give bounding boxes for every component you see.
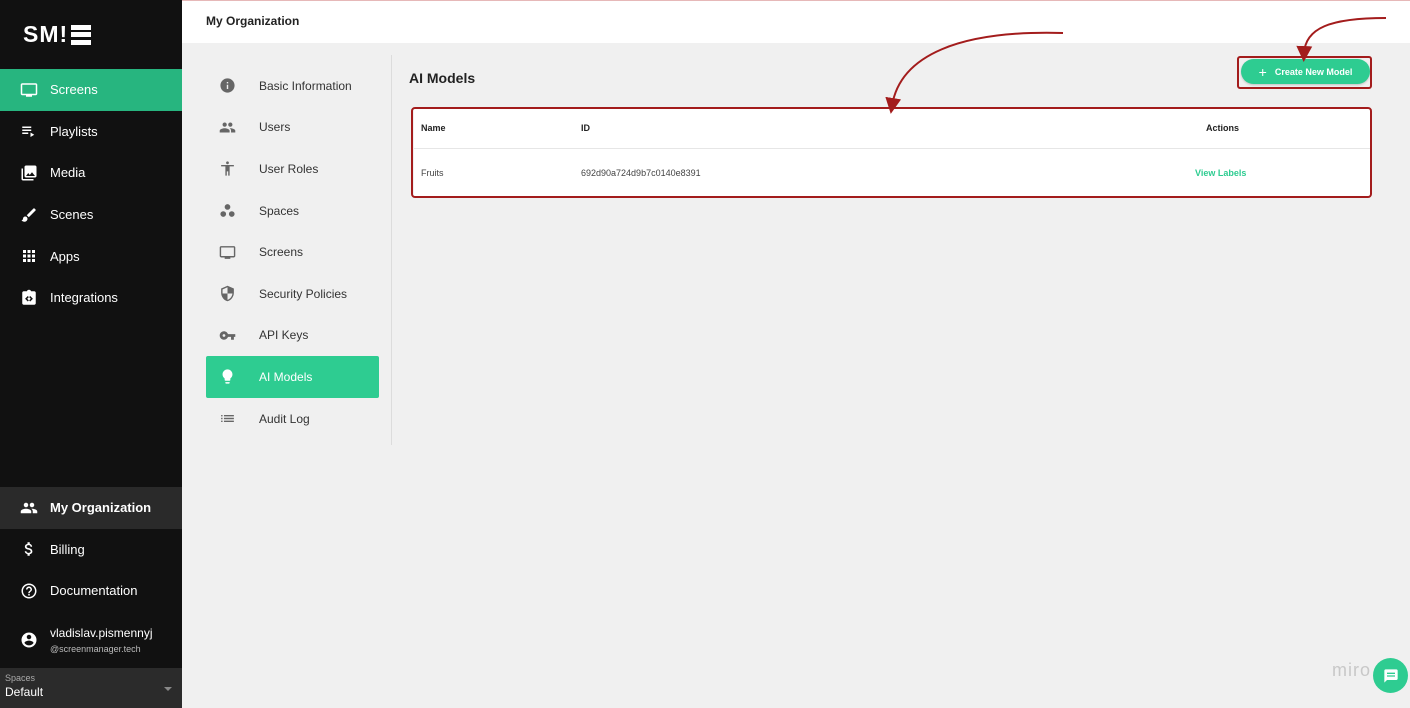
- sidebar-item-billing[interactable]: Billing: [0, 529, 182, 571]
- monitor-icon: [218, 243, 236, 261]
- shield-icon: [218, 285, 236, 303]
- apps-grid-icon: [20, 247, 38, 265]
- table-row: Fruits 692d90a724d9b7c0140e8391 View Lab…: [414, 149, 1370, 197]
- sidebar-item-label: Apps: [50, 248, 80, 264]
- section-title: AI Models: [409, 70, 476, 86]
- accessibility-icon: [218, 160, 236, 178]
- help-circle-icon: [20, 582, 38, 600]
- column-header-name: Name: [421, 122, 446, 133]
- brush-icon: [20, 206, 38, 224]
- column-header-actions: Actions: [1206, 122, 1240, 133]
- sidebar-item-label: Billing: [50, 541, 85, 557]
- sidebar-item-documentation[interactable]: Documentation: [0, 570, 182, 612]
- subnav-item-security-policies[interactable]: Security Policies: [206, 273, 379, 315]
- ai-models-table: Name ID Actions Fruits 692d90a724d9b7c01…: [414, 107, 1370, 197]
- subnav-item-user-roles[interactable]: User Roles: [206, 148, 379, 190]
- spaces-select[interactable]: Spaces Default: [0, 668, 182, 708]
- sidebar-item-label: Documentation: [50, 583, 138, 599]
- sidebar-item-my-organization[interactable]: My Organization: [0, 487, 182, 529]
- annotation-arrow-to-table: [885, 31, 1064, 114]
- model-id: 692d90a724d9b7c0140e8391: [581, 168, 701, 178]
- top-header: My Organization: [182, 0, 1410, 43]
- subnav-item-label: API Keys: [259, 328, 309, 343]
- account-circle-icon: [20, 631, 38, 649]
- lightbulb-icon: [218, 368, 236, 386]
- list-icon: [218, 410, 236, 428]
- sidebar-item-label: Screens: [50, 82, 98, 98]
- miro-watermark: miro: [1332, 660, 1371, 680]
- subnav-item-label: Security Policies: [259, 286, 348, 301]
- plus-icon: +: [1258, 63, 1267, 80]
- people-icon: [20, 499, 38, 517]
- sidebar-item-label: Scenes: [50, 207, 94, 223]
- playlist-icon: [20, 122, 38, 140]
- subnav-item-users[interactable]: Users: [206, 107, 379, 149]
- subnav-item-audit-log[interactable]: Audit Log: [206, 398, 379, 440]
- sidebar-bottom: My Organization Billing Documentation vl…: [0, 487, 182, 668]
- monitor-icon: [20, 81, 38, 99]
- user-email: @screenmanager.tech: [50, 643, 141, 654]
- people-icon: [218, 118, 236, 136]
- view-labels-link[interactable]: View Labels: [1195, 168, 1246, 178]
- sidebar-item-integrations[interactable]: Integrations: [0, 277, 182, 319]
- sidebar-item-scenes[interactable]: Scenes: [0, 194, 182, 236]
- sidebar-item-screens[interactable]: Screens: [0, 69, 182, 111]
- subnav-item-label: Audit Log: [259, 411, 310, 426]
- subnav-item-label: Screens: [259, 245, 304, 260]
- dollar-icon: [20, 540, 38, 558]
- logo-bars-icon: [71, 24, 92, 45]
- subnav-item-label: Users: [259, 120, 291, 135]
- key-icon: [218, 326, 236, 344]
- table-header: Name ID Actions: [414, 107, 1370, 149]
- workspaces-icon: [218, 202, 236, 220]
- create-new-model-button[interactable]: + Create New Model: [1241, 59, 1370, 84]
- subnav-item-ai-models[interactable]: AI Models: [206, 356, 379, 398]
- main-sidebar: SM! Screens Playlists Media Scenes Apps …: [0, 0, 182, 708]
- chat-icon: [1383, 668, 1398, 683]
- sidebar-item-apps[interactable]: Apps: [0, 235, 182, 277]
- subnav-item-spaces[interactable]: Spaces: [206, 190, 379, 232]
- model-name: Fruits: [421, 168, 444, 178]
- sidebar-item-label: Media: [50, 165, 86, 181]
- sidebar-item-label: Playlists: [50, 123, 98, 139]
- user-name: vladislav.pismennyj: [50, 625, 153, 640]
- subnav-divider: [391, 55, 392, 445]
- user-profile[interactable]: vladislav.pismennyj @screenmanager.tech: [0, 612, 182, 668]
- media-icon: [20, 164, 38, 182]
- page-title: My Organization: [206, 14, 300, 28]
- subnav-item-label: User Roles: [259, 161, 319, 176]
- subnav-item-api-keys[interactable]: API Keys: [206, 315, 379, 357]
- sidebar-item-label: My Organization: [50, 500, 152, 516]
- subnav-item-label: Basic Information: [259, 78, 352, 93]
- logo[interactable]: SM!: [0, 0, 182, 69]
- spaces-value: Default: [5, 685, 44, 699]
- sidebar-item-playlists[interactable]: Playlists: [0, 111, 182, 153]
- chat-support-button[interactable]: [1373, 658, 1408, 693]
- subnav-item-screens[interactable]: Screens: [206, 231, 379, 273]
- sidebar-item-label: Integrations: [50, 290, 118, 306]
- logo-text: SM!: [23, 21, 69, 47]
- info-icon: [218, 77, 236, 95]
- column-header-id: ID: [581, 122, 590, 133]
- create-new-model-label: Create New Model: [1274, 66, 1353, 77]
- organization-subnav: Basic Information Users User Roles Space…: [206, 65, 379, 439]
- sidebar-item-media[interactable]: Media: [0, 152, 182, 194]
- chevron-down-icon: [164, 687, 172, 691]
- integrations-icon: [20, 289, 38, 307]
- subnav-item-basic-information[interactable]: Basic Information: [206, 65, 379, 107]
- subnav-item-label: AI Models: [259, 369, 313, 384]
- spaces-label: Spaces: [5, 673, 36, 683]
- subnav-item-label: Spaces: [259, 203, 300, 218]
